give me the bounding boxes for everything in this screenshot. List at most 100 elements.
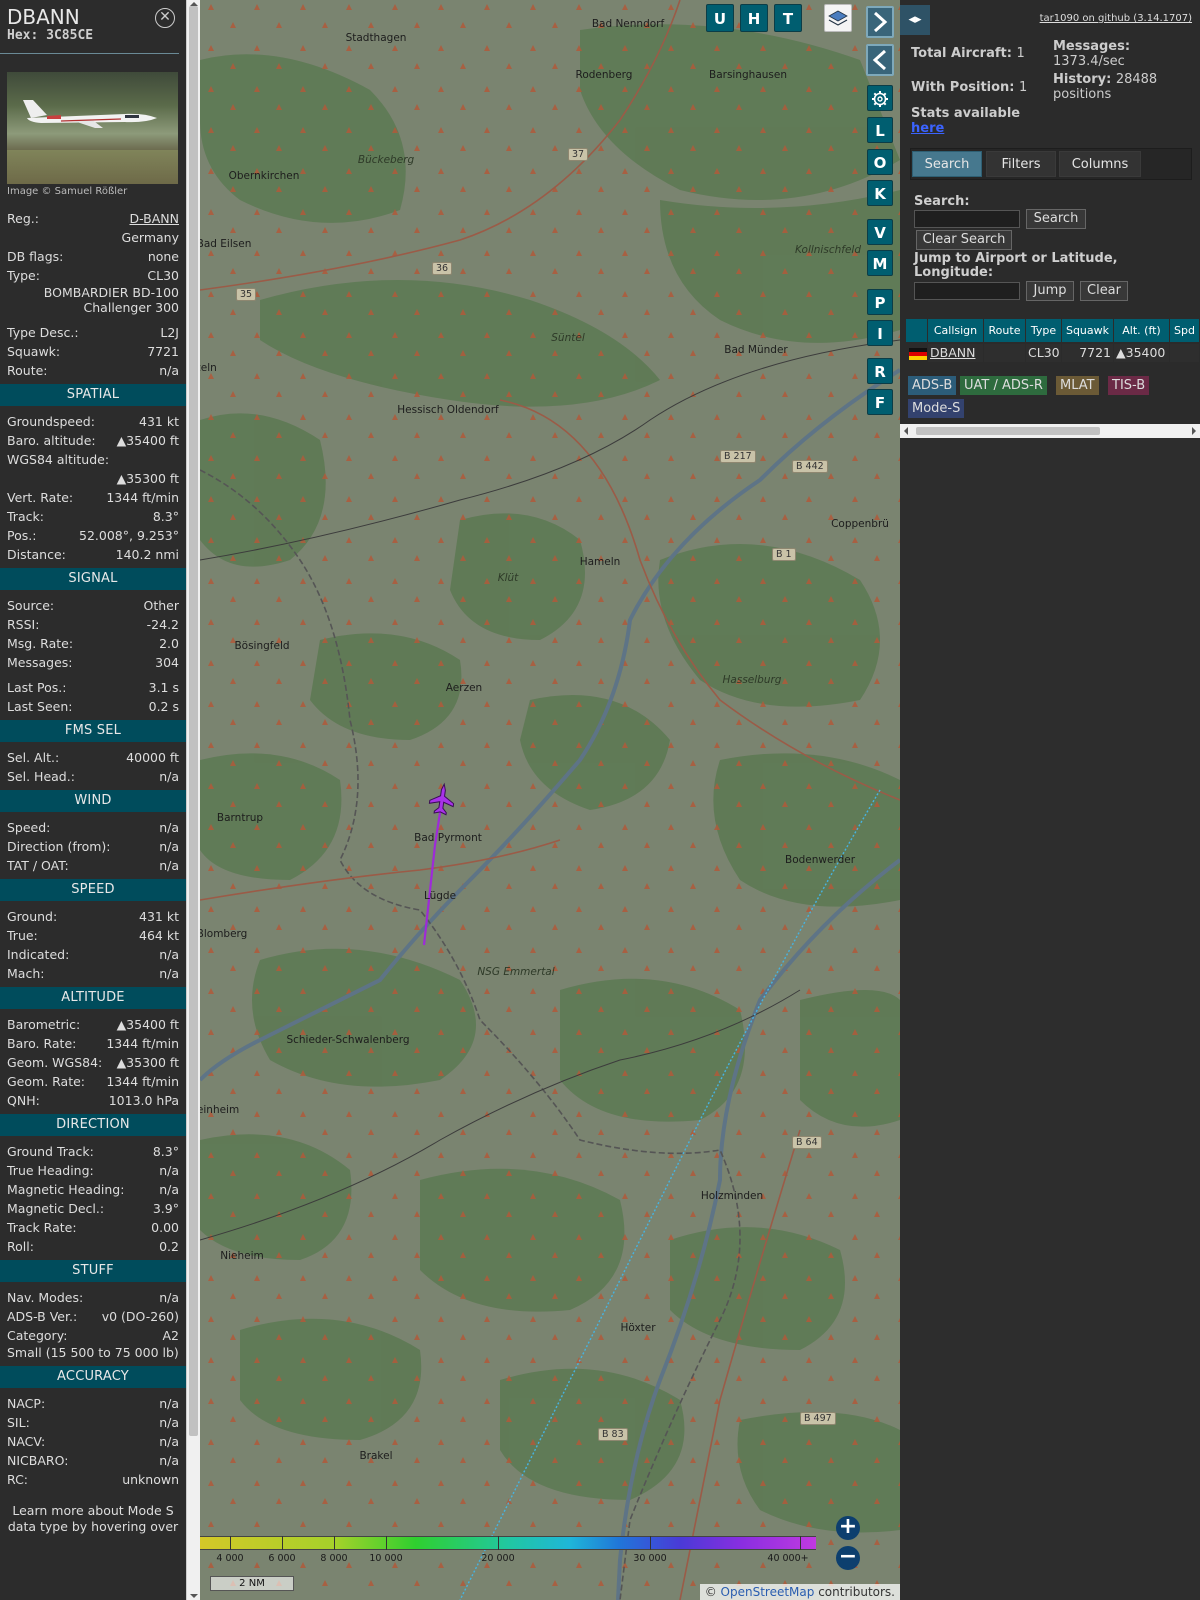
- expand-right-button[interactable]: [866, 6, 894, 38]
- info-row: Mach: n/a: [0, 964, 186, 983]
- info-row: Ground Track: 8.3°: [0, 1142, 186, 1161]
- info-key: Roll:: [7, 1239, 34, 1254]
- place-label: Nieheim: [220, 1250, 264, 1262]
- table-header-altitude[interactable]: Alt. (ft): [1114, 319, 1170, 342]
- altitude-scale-label: 8 000: [320, 1553, 348, 1564]
- altitude-scale-tick: [334, 1536, 335, 1550]
- info-value: n/a: [159, 1415, 179, 1430]
- info-key: NACV:: [7, 1434, 46, 1449]
- place-label: Bodenwerder: [784, 854, 856, 866]
- with-position: With Position: 1: [911, 80, 1027, 95]
- info-row: TAT / OAT: n/a: [0, 856, 186, 875]
- map-button-i[interactable]: I: [867, 320, 893, 346]
- scroll-left-arrow-icon[interactable]: [904, 427, 908, 435]
- info-value: v0 (DO-260): [101, 1309, 179, 1324]
- table-header-callsign[interactable]: Callsign: [928, 319, 984, 342]
- layers-button[interactable]: [824, 4, 852, 32]
- map-button-t[interactable]: T: [774, 4, 802, 32]
- place-label: Coppenbrü: [831, 518, 889, 530]
- horizontal-scroll-thumb[interactable]: [916, 427, 1100, 435]
- jump-input[interactable]: [914, 282, 1020, 300]
- collapse-left-button[interactable]: [866, 44, 894, 76]
- table-header-speed[interactable]: Spd: [1170, 319, 1200, 342]
- aircraft-photo[interactable]: [7, 72, 178, 184]
- clear-search-button[interactable]: Clear Search: [916, 230, 1012, 250]
- info-value: 52.008°, 9.253°: [79, 528, 179, 543]
- aircraft-hex: Hex: 3C85CE: [7, 28, 172, 43]
- table-horizontal-scrollbar[interactable]: [900, 424, 1200, 438]
- place-label: Lügde: [423, 890, 457, 902]
- info-key: Route:: [7, 363, 48, 378]
- info-value: n/a: [159, 1290, 179, 1305]
- map-button-v[interactable]: V: [867, 219, 893, 245]
- table-header-type[interactable]: Type: [1026, 319, 1062, 342]
- jump-button[interactable]: Jump: [1026, 281, 1074, 301]
- info-value: -24.2: [146, 617, 179, 632]
- map-button-o[interactable]: O: [867, 149, 893, 175]
- table-header-flag[interactable]: [906, 319, 928, 342]
- hex-label: Hex:: [7, 28, 39, 43]
- info-scrollbar[interactable]: [186, 0, 200, 1600]
- sidebar-toggle-button[interactable]: ◂▸: [900, 5, 930, 35]
- osm-link[interactable]: OpenStreetMap: [721, 1585, 815, 1599]
- zoom-out-button[interactable]: −: [836, 1546, 860, 1570]
- place-label: teinheim: [200, 1104, 240, 1116]
- info-row: Msg. Rate: 2.0: [0, 634, 186, 653]
- info-row: ADS-B Ver.: v0 (DO-260): [0, 1307, 186, 1326]
- row-callsign[interactable]: DBANN: [928, 344, 984, 362]
- info-key: Category:: [7, 1328, 68, 1343]
- tab-columns[interactable]: Columns: [1059, 151, 1141, 177]
- map-button-f[interactable]: F: [867, 389, 893, 415]
- map-button-l[interactable]: L: [867, 117, 893, 143]
- info-value: 1013.0 hPa: [108, 1093, 179, 1108]
- stats-available: Stats available here: [911, 106, 1020, 136]
- table-header-squawk[interactable]: Squawk: [1062, 319, 1114, 342]
- history-label: History:: [1053, 72, 1112, 87]
- stats-here-link[interactable]: here: [911, 121, 944, 136]
- road-shield: 36: [432, 262, 453, 275]
- info-row: Indicated: n/a: [0, 945, 186, 964]
- close-icon[interactable]: ✕: [155, 8, 175, 28]
- search-button[interactable]: Search: [1026, 209, 1086, 229]
- search-input[interactable]: [914, 210, 1020, 228]
- scroll-right-arrow-icon[interactable]: [1192, 427, 1196, 435]
- place-label: Bad Eilsen: [200, 238, 252, 250]
- info-row: Small (15 500 to 75 000 lb): [0, 1345, 186, 1362]
- info-value: Other: [143, 598, 180, 613]
- info-value: 7721: [147, 344, 179, 359]
- info-row: Sel. Alt.: 40000 ft: [0, 748, 186, 767]
- zoom-in-button[interactable]: +: [836, 1516, 860, 1540]
- clear-button[interactable]: Clear: [1080, 281, 1128, 301]
- map-button-k[interactable]: K: [867, 180, 893, 206]
- info-key: NACP:: [7, 1396, 46, 1411]
- photo-ground: [7, 150, 178, 184]
- registration-link[interactable]: D-BANN: [129, 209, 179, 228]
- info-value: 431 kt: [139, 909, 179, 924]
- scroll-down-arrow-icon[interactable]: [190, 1594, 198, 1598]
- info-row: NICBARO: n/a: [0, 1451, 186, 1470]
- info-key: Last Pos.:: [7, 680, 67, 695]
- footer-note: Learn more about Mode S data type by hov…: [7, 1503, 179, 1534]
- info-row: BOMBARDIER BD-100 Challenger 300: [0, 285, 186, 317]
- settings-button[interactable]: [867, 85, 893, 111]
- attribution-suffix: contributors.: [814, 1585, 895, 1599]
- info-value: ▲35400 ft: [116, 1017, 179, 1032]
- info-key: True Heading:: [7, 1163, 94, 1178]
- scrollbar-thumb[interactable]: [189, 6, 198, 1436]
- tab-filters[interactable]: Filters: [986, 151, 1056, 177]
- tab-search[interactable]: Search: [912, 151, 982, 177]
- total-aircraft: Total Aircraft: 1: [911, 46, 1025, 61]
- map-button-u[interactable]: U: [706, 4, 734, 32]
- info-row: Last Pos.: 3.1 s: [0, 678, 186, 697]
- road-shield: B 1: [772, 548, 796, 561]
- map-button-h[interactable]: H: [740, 4, 768, 32]
- map-button-m[interactable]: M: [867, 250, 893, 276]
- map-view[interactable]: Bad Nenndorf Stadthagen Rodenberg Barsingha…: [200, 0, 900, 1600]
- map-button-p[interactable]: P: [867, 289, 893, 315]
- info-row: RSSI: -24.2: [0, 615, 186, 634]
- table-header-route[interactable]: Route: [984, 319, 1026, 342]
- road-shield: 37: [568, 148, 589, 161]
- info-key: Mach:: [7, 966, 45, 981]
- github-link[interactable]: tar1090 on github (3.14.1707): [1040, 13, 1192, 24]
- map-button-r[interactable]: R: [867, 358, 893, 384]
